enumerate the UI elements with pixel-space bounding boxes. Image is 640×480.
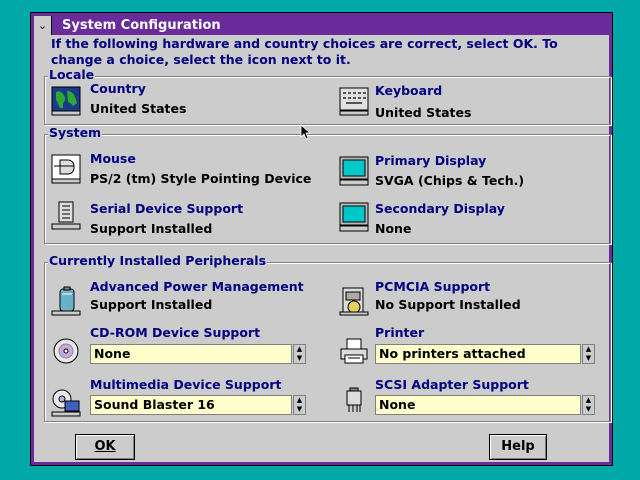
battery-icon[interactable]	[51, 286, 81, 316]
help-button[interactable]: Help	[489, 434, 547, 460]
mouse-cursor-icon	[300, 124, 310, 140]
spin-up-icon[interactable]: ▲	[294, 345, 305, 354]
peripherals-group-label: Currently Installed Peripherals	[48, 253, 268, 268]
keyboard-icon[interactable]	[339, 86, 369, 116]
primary-display-icon[interactable]	[339, 156, 369, 186]
ok-button[interactable]: OK	[75, 434, 135, 460]
spin-down-icon[interactable]: ▼	[294, 354, 305, 363]
spin-down-icon[interactable]: ▼	[583, 405, 594, 414]
title-bar[interactable]: ⌄ System Configuration	[34, 16, 609, 35]
system-menu-icon[interactable]: ⌄	[34, 16, 52, 35]
keyboard-label: Keyboard	[375, 83, 443, 98]
spin-down-icon[interactable]: ▼	[583, 354, 594, 363]
country-value: United States	[90, 101, 187, 116]
spin-down-icon[interactable]: ▼	[294, 405, 305, 414]
scsi-field[interactable]: None	[375, 395, 581, 415]
spin-up-icon[interactable]: ▲	[583, 345, 594, 354]
printer-spin-arrows[interactable]: ▲ ▼	[582, 344, 595, 364]
window-title: System Configuration	[62, 18, 221, 33]
pcmcia-label: PCMCIA Support	[375, 279, 491, 294]
primary-display-value: SVGA (Chips & Tech.)	[375, 173, 525, 188]
spin-up-icon[interactable]: ▲	[583, 396, 594, 405]
spin-up-icon[interactable]: ▲	[294, 396, 305, 405]
multimedia-label: Multimedia Device Support	[90, 377, 282, 392]
secondary-display-label: Secondary Display	[375, 201, 505, 216]
mouse-value: PS/2 (tm) Style Pointing Device	[90, 171, 312, 186]
primary-display-label: Primary Display	[375, 153, 487, 168]
serial-device-label: Serial Device Support	[90, 201, 244, 216]
printer-spinbox[interactable]: No printers attached ▲ ▼	[375, 344, 595, 364]
multimedia-spin-arrows[interactable]: ▲ ▼	[293, 395, 306, 415]
printer-field[interactable]: No printers attached	[375, 344, 581, 364]
pcmcia-icon[interactable]	[339, 286, 369, 316]
cdrom-spinbox[interactable]: None ▲ ▼	[90, 344, 306, 364]
apm-value: Support Installed	[90, 297, 213, 312]
system-group-label: System	[48, 125, 103, 140]
instructions-text: If the following hardware and country ch…	[51, 36, 558, 67]
keyboard-value: United States	[375, 105, 472, 120]
apm-label: Advanced Power Management	[90, 279, 304, 294]
system-configuration-window: ⌄ System Configuration If the following …	[30, 12, 613, 466]
pcmcia-value: No Support Installed	[375, 297, 521, 312]
country-label: Country	[90, 81, 146, 96]
multimedia-spinbox[interactable]: Sound Blaster 16 ▲ ▼	[90, 395, 306, 415]
cdrom-field[interactable]: None	[90, 344, 292, 364]
printer-icon[interactable]	[339, 337, 369, 367]
serial-device-value: Support Installed	[90, 221, 213, 236]
cdrom-spin-arrows[interactable]: ▲ ▼	[293, 344, 306, 364]
scsi-spin-arrows[interactable]: ▲ ▼	[582, 395, 595, 415]
cd-icon[interactable]	[51, 337, 81, 367]
scsi-icon[interactable]	[339, 387, 369, 417]
serial-port-icon[interactable]	[51, 200, 81, 230]
cdrom-label: CD-ROM Device Support	[90, 325, 261, 340]
locale-group-label: Locale	[48, 67, 96, 82]
secondary-display-value: None	[375, 221, 412, 236]
multimedia-field[interactable]: Sound Blaster 16	[90, 395, 292, 415]
globe-icon[interactable]	[51, 86, 81, 116]
mouse-label: Mouse	[90, 151, 136, 166]
mouse-icon[interactable]	[51, 154, 81, 184]
secondary-display-icon[interactable]	[339, 202, 369, 232]
scsi-spinbox[interactable]: None ▲ ▼	[375, 395, 595, 415]
multimedia-icon[interactable]	[51, 387, 81, 417]
scsi-label: SCSI Adapter Support	[375, 377, 529, 392]
printer-label: Printer	[375, 325, 425, 340]
